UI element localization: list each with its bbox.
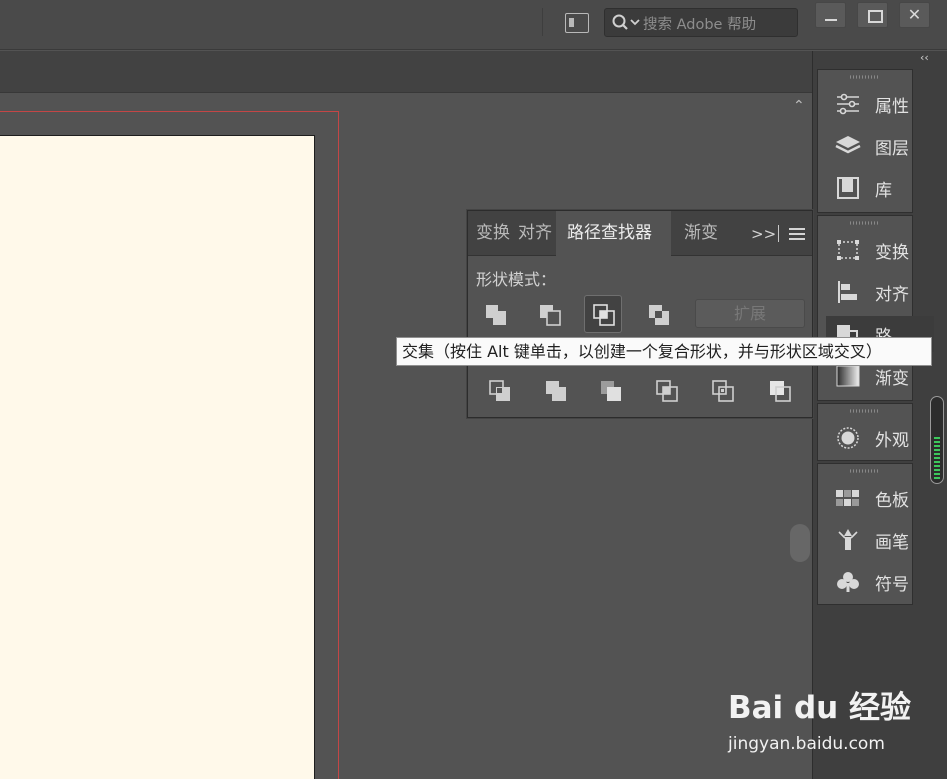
close-icon: ✕: [907, 5, 922, 24]
dock-item-label: 符号: [875, 575, 909, 595]
divide-button[interactable]: [481, 372, 519, 410]
dock-item-label: 变换: [875, 243, 909, 263]
pathfinder-panel: 变换 对齐 路径查找器 渐变 >> 形状模式： 扩展: [467, 210, 813, 418]
trim-icon: [546, 381, 566, 401]
intersect-tooltip: 交集（按住 Alt 键单击，以创建一个复合形状，并与形状区域交叉）: [396, 337, 932, 366]
dock-group-2: 变换 对齐 路 渐变: [817, 215, 934, 401]
scroll-up-arrow[interactable]: ⌃: [793, 98, 805, 114]
group-grip[interactable]: [850, 469, 880, 473]
scroll-thumb[interactable]: [790, 524, 810, 562]
exclude-button[interactable]: [640, 296, 678, 334]
application-bar: 搜索 Adobe 帮助 ✕: [0, 0, 947, 50]
tab-gradient[interactable]: 渐变: [684, 211, 724, 256]
transform-icon: [837, 240, 859, 260]
gradient-icon: [836, 365, 860, 387]
workspace-switcher-button[interactable]: [565, 13, 589, 33]
minus-back-button[interactable]: [761, 372, 799, 410]
tab-pathfinder[interactable]: 路径查找器: [556, 211, 671, 256]
merge-icon: [601, 381, 621, 401]
outline-button[interactable]: [704, 372, 742, 410]
dock-item-align[interactable]: 对齐: [818, 274, 914, 310]
exclude-icon: [649, 305, 669, 325]
dock-item-label: 库: [875, 181, 892, 201]
search-icon: [612, 14, 640, 30]
watermark-logo: Bai du 经验: [728, 690, 912, 726]
close-button[interactable]: ✕: [899, 2, 930, 28]
search-input[interactable]: 搜索 Adobe 帮助: [643, 13, 756, 34]
trim-button[interactable]: [537, 372, 575, 410]
dock-item-label: 对齐: [875, 285, 909, 305]
more-tabs-button[interactable]: >>: [751, 225, 776, 243]
properties-icon: [837, 93, 859, 115]
level-meter: [930, 396, 944, 484]
intersect-icon: [593, 304, 615, 326]
crop-button[interactable]: [648, 372, 686, 410]
merge-button[interactable]: [592, 372, 630, 410]
maximize-button[interactable]: [857, 2, 888, 28]
dock-collapse-button[interactable]: ‹‹: [920, 51, 929, 64]
tab-transform[interactable]: 变换: [476, 211, 514, 256]
help-search-box[interactable]: 搜索 Adobe 帮助: [604, 8, 798, 37]
intersect-button[interactable]: [584, 295, 622, 333]
group-grip[interactable]: [850, 409, 880, 413]
dock-item-transform[interactable]: 变换: [818, 232, 914, 268]
expand-button[interactable]: 扩展: [695, 299, 805, 328]
dock-item-label: 画笔: [875, 533, 909, 553]
divide-icon: [489, 380, 510, 401]
group-grip[interactable]: [850, 75, 880, 79]
dock-group-4: 色板 画笔 符号: [817, 463, 913, 605]
symbols-icon: [837, 572, 859, 592]
dock-item-label: 渐变: [875, 369, 909, 389]
minus-back-icon: [770, 381, 791, 402]
dock-group-1: 属性 图层 库: [817, 69, 913, 213]
dock-item-label: 色板: [875, 491, 909, 511]
dock-item-brushes[interactable]: 画笔: [818, 522, 914, 558]
dock-item-label: 图层: [875, 139, 909, 159]
unite-icon: [486, 305, 506, 325]
panel-menu-icon[interactable]: [789, 228, 805, 240]
toolbar-separator: [542, 8, 543, 36]
minus-front-icon: [540, 305, 561, 326]
align-icon: [838, 281, 857, 303]
layers-icon: [835, 136, 861, 154]
appearance-icon: [837, 427, 859, 449]
swatches-icon: [836, 490, 859, 506]
dock-item-appearance[interactable]: 外观: [818, 420, 914, 456]
unite-button[interactable]: [477, 296, 515, 334]
baidu-watermark: Bai du 经验 jingyan.baidu.com: [728, 682, 938, 762]
dock-item-layers[interactable]: 图层: [818, 128, 914, 164]
watermark-url: jingyan.baidu.com: [728, 734, 885, 754]
dock-item-libraries[interactable]: 库: [818, 170, 914, 206]
dock-item-properties[interactable]: 属性: [818, 86, 914, 122]
panel-tab-bar: 变换 对齐 路径查找器 渐变 >>: [468, 211, 812, 256]
libraries-icon: [837, 177, 859, 199]
minimize-button[interactable]: [815, 2, 846, 28]
minus-front-button[interactable]: [531, 296, 569, 334]
tab-separator: [778, 225, 779, 242]
dock-group-3: 外观: [817, 403, 913, 461]
crop-icon: [656, 380, 678, 402]
document-tab-strip: [0, 51, 812, 93]
dock-item-label: 属性: [875, 97, 909, 117]
panel-dock: ‹‹ 属性 图层 库 变换 对齐 路: [812, 51, 947, 779]
group-grip[interactable]: [850, 221, 880, 225]
outline-icon: [712, 380, 734, 402]
shape-modes-label: 形状模式：: [476, 270, 557, 289]
dock-item-label: 外观: [875, 431, 909, 451]
artboard[interactable]: [0, 135, 315, 779]
brushes-icon: [838, 529, 858, 550]
tab-align[interactable]: 对齐: [518, 211, 554, 256]
dock-item-swatches[interactable]: 色板: [818, 480, 914, 516]
dock-item-symbols[interactable]: 符号: [818, 564, 914, 600]
vertical-scrollbar[interactable]: ⌃: [788, 94, 812, 779]
